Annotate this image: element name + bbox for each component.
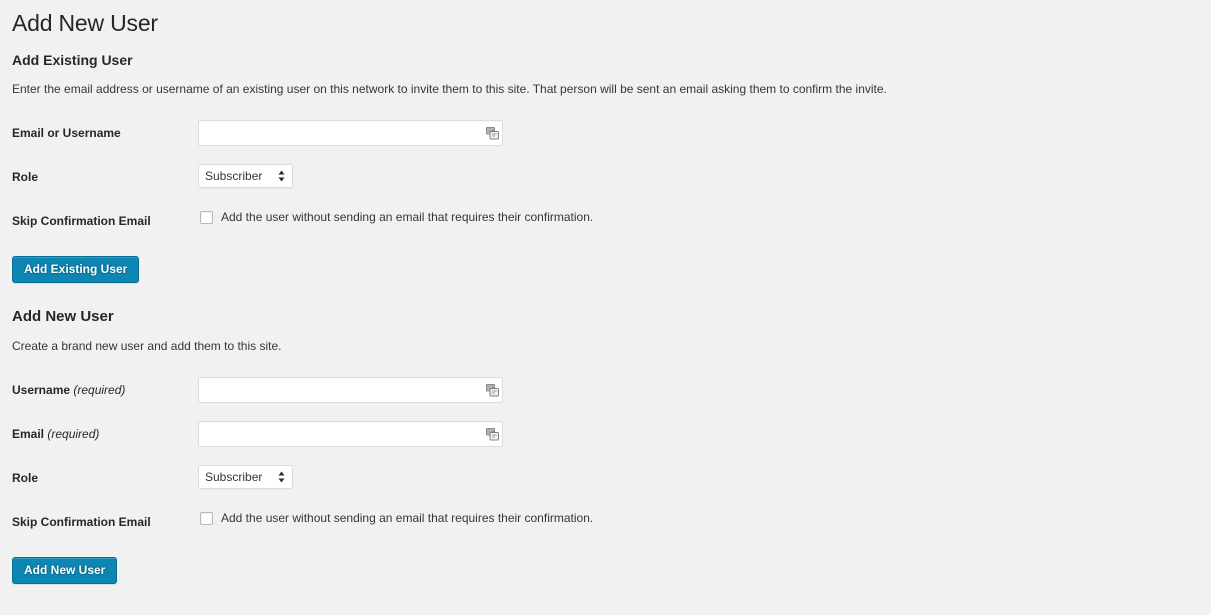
skip-confirmation-cell-existing: Add the user without sending an email th… [198,199,1211,243]
role-label-existing: Role [12,170,39,184]
role-select-wrap-new: Subscriber [198,465,293,489]
add-existing-user-description: Enter the email address or username of a… [12,82,887,96]
username-label: Username (required) [12,368,198,412]
form-row-username: Username (required) [12,368,1211,412]
form-row-role-new: Role Subscriber [12,456,1211,500]
add-new-user-form: Username (required) Email (required) Rol… [12,368,1211,544]
username-cell [198,368,1211,412]
add-existing-user-heading: Add Existing User [12,52,133,68]
role-label-new: Role [12,471,39,485]
form-row-role-existing: Role Subscriber [12,155,1211,199]
form-row-email: Email (required) [12,412,1211,456]
add-new-user-heading: Add New User [12,308,114,325]
form-row-email-or-username: Email or Username [12,111,1211,155]
email-label: Email (required) [12,412,198,456]
form-row-skip-confirmation-existing: Skip Confirmation Email Add the user wit… [12,199,1211,243]
skip-confirmation-checkbox-label-existing: Add the user without sending an email th… [221,210,594,224]
email-input[interactable] [198,421,503,447]
add-existing-user-section: Add Existing User Enter the email addres… [12,42,1211,283]
add-existing-user-submit-row: Add Existing User [12,243,1211,283]
skip-confirmation-checkbox-existing[interactable] [200,211,213,224]
skip-confirmation-checkbox-row-existing[interactable]: Add the user without sending an email th… [198,208,1201,226]
email-or-username-input[interactable] [198,120,503,146]
role-select-new[interactable]: Subscriber [198,465,293,489]
username-input[interactable] [198,377,503,403]
add-existing-user-form: Email or Username Role Subscriber Skip C… [12,111,1211,243]
add-new-user-section: Add New User Create a brand new user and… [12,283,1211,584]
skip-confirmation-label-existing: Skip Confirmation Email [12,214,151,228]
role-select-existing[interactable]: Subscriber [198,164,293,188]
email-or-username-label: Email or Username [12,126,121,140]
email-label-text: Email [12,427,45,441]
email-or-username-cell [198,111,1211,155]
skip-confirmation-label-new: Skip Confirmation Email [12,515,151,529]
role-cell-new: Subscriber [198,456,1211,500]
add-new-user-button[interactable]: Add New User [12,557,118,584]
email-cell [198,412,1211,456]
username-label-text: Username [12,383,71,397]
skip-confirmation-cell-new: Add the user without sending an email th… [198,500,1211,544]
email-required-marker: (required) [47,427,100,441]
skip-confirmation-checkbox-new[interactable] [200,512,213,525]
skip-confirmation-checkbox-label-new: Add the user without sending an email th… [221,511,594,525]
skip-confirmation-checkbox-row-new[interactable]: Add the user without sending an email th… [198,509,1201,527]
add-new-user-page: Add New User Add Existing User Enter the… [0,0,1211,584]
role-cell-existing: Subscriber [198,155,1211,199]
add-existing-user-button[interactable]: Add Existing User [12,256,140,283]
email-input-wrap [198,421,503,447]
email-or-username-input-wrap [198,120,503,146]
username-input-wrap [198,377,503,403]
username-required-marker: (required) [73,383,126,397]
page-title: Add New User [12,10,158,36]
form-row-skip-confirmation-new: Skip Confirmation Email Add the user wit… [12,500,1211,544]
role-select-wrap-existing: Subscriber [198,164,293,188]
add-new-user-submit-row: Add New User [12,544,1211,584]
add-new-user-description: Create a brand new user and add them to … [12,339,282,353]
